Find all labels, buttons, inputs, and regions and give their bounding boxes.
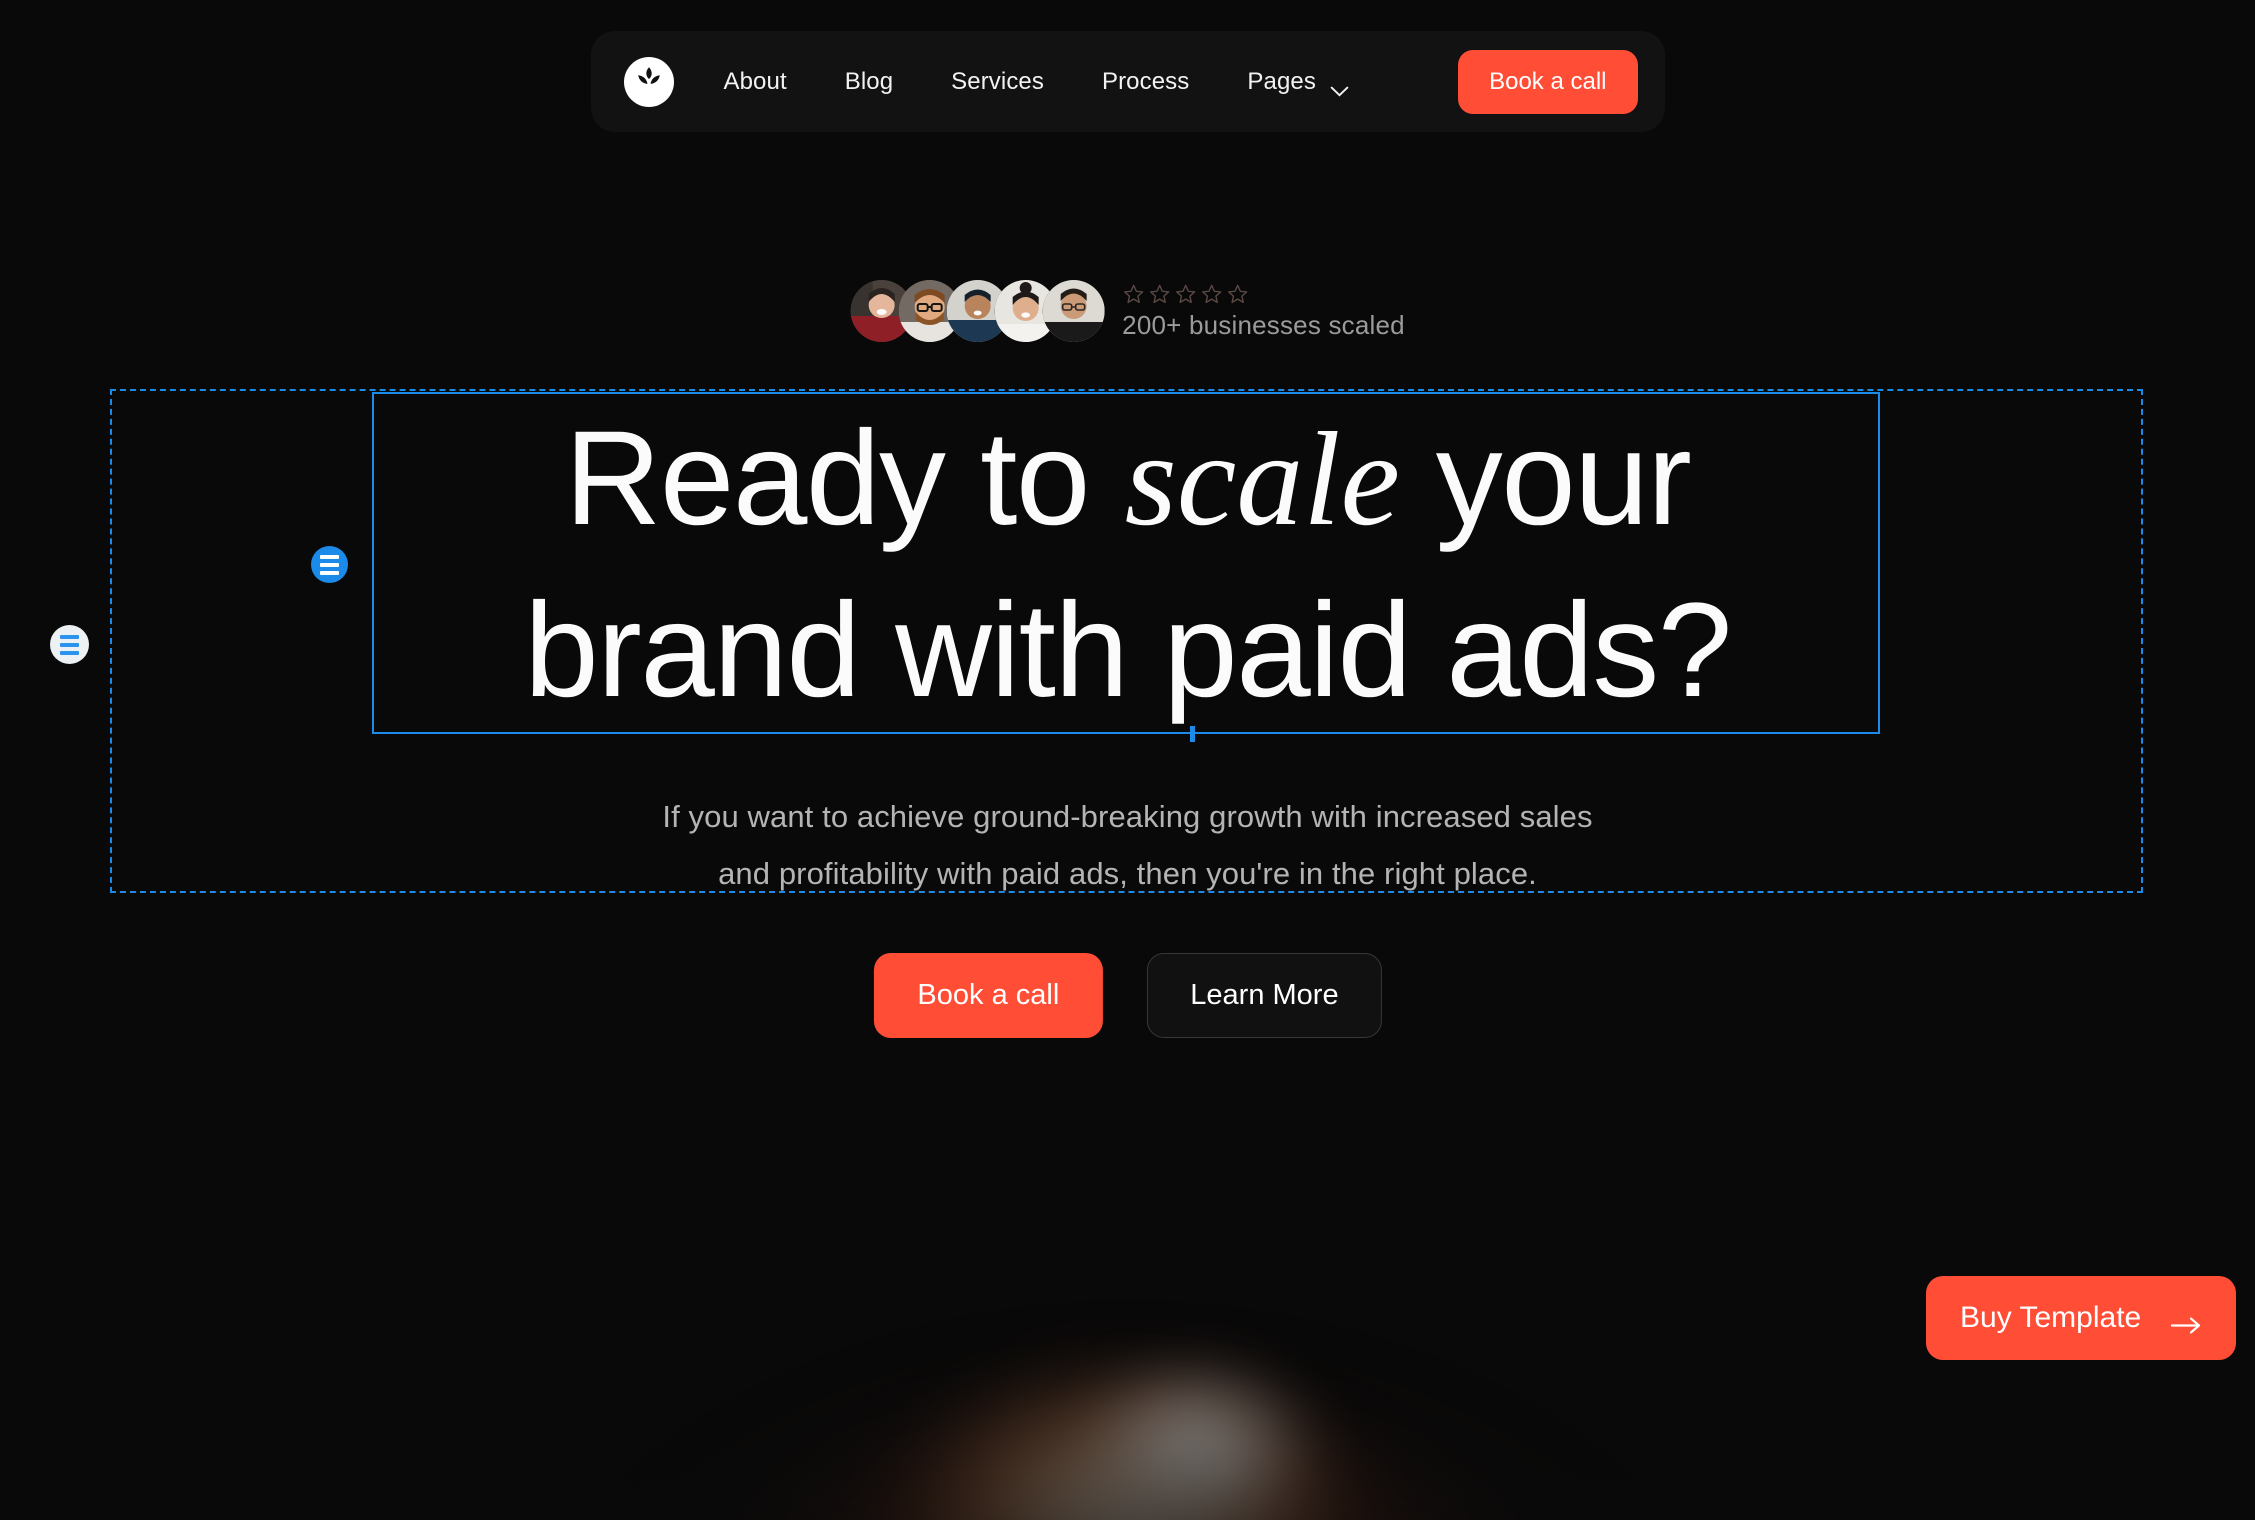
hamburger-lines-icon (60, 634, 79, 655)
nav-link-label: Process (1101, 67, 1190, 95)
star-outline-icon (1122, 283, 1144, 305)
hero-learn-more-button[interactable]: Learn More (1147, 953, 1382, 1038)
nav-link-about[interactable]: About (724, 68, 816, 96)
main-navbar: About Blog Services Process Pages Book a… (590, 31, 1665, 132)
rating-block: 200+ businesses scaled (1122, 282, 1405, 341)
outer-element-handle[interactable] (50, 625, 89, 664)
social-proof: 200+ businesses scaled (850, 280, 1405, 342)
star-outline-icon (1226, 283, 1248, 305)
hero-book-a-call-button[interactable]: Book a call (873, 953, 1104, 1038)
nav-link-label: Blog (844, 67, 894, 95)
nav-link-label: About (723, 67, 787, 95)
buy-template-button[interactable]: Buy Template (1926, 1276, 2237, 1360)
hero-headline[interactable]: Ready to scale your brand with paid ads? (358, 393, 1898, 737)
buy-template-label: Buy Template (1960, 1301, 2142, 1334)
leaf-trefoil-logo-icon (631, 62, 666, 101)
headline-text-part: Ready to (564, 404, 1125, 553)
avatar (1042, 280, 1105, 342)
inner-element-handle[interactable] (311, 546, 348, 583)
avatar-group (850, 280, 1105, 342)
nav-link-blog[interactable]: Blog (816, 68, 922, 96)
star-outline-icon (1200, 283, 1222, 305)
hero-cta-row: Book a call Learn More (873, 953, 1382, 1038)
nav-link-label: Pages (1247, 67, 1316, 95)
subtitle-line-2: and profitability with paid ads, then yo… (718, 856, 1537, 891)
arrow-right-icon (2171, 1309, 2202, 1333)
nav-book-a-call-button[interactable]: Book a call (1458, 49, 1638, 114)
nav-link-pages[interactable]: Pages (1218, 67, 1378, 97)
nav-links: About Blog Services Process Pages (724, 67, 1459, 97)
hero-section: 200+ businesses scaled Ready to scale yo… (0, 0, 2255, 1520)
star-outline-icon (1174, 283, 1196, 305)
nav-link-label: Services (951, 67, 1044, 95)
nav-link-services[interactable]: Services (922, 68, 1073, 96)
headline-line-1: Ready to scale your (358, 393, 1898, 565)
headline-text-part: your (1399, 404, 1692, 553)
hero-subtitle: If you want to achieve ground-breaking g… (528, 788, 1728, 902)
brand-logo[interactable] (623, 56, 674, 107)
nav-link-process[interactable]: Process (1073, 68, 1218, 96)
subtitle-line-1: If you want to achieve ground-breaking g… (662, 799, 1593, 834)
chevron-down-icon (1330, 76, 1349, 97)
star-outline-icon (1148, 283, 1170, 305)
headline-line-2: brand with paid ads? (524, 576, 1732, 725)
headline-italic-word: scale (1124, 405, 1400, 553)
hamburger-lines-icon (320, 554, 339, 575)
star-rating (1122, 282, 1405, 306)
social-proof-label: 200+ businesses scaled (1122, 309, 1405, 340)
